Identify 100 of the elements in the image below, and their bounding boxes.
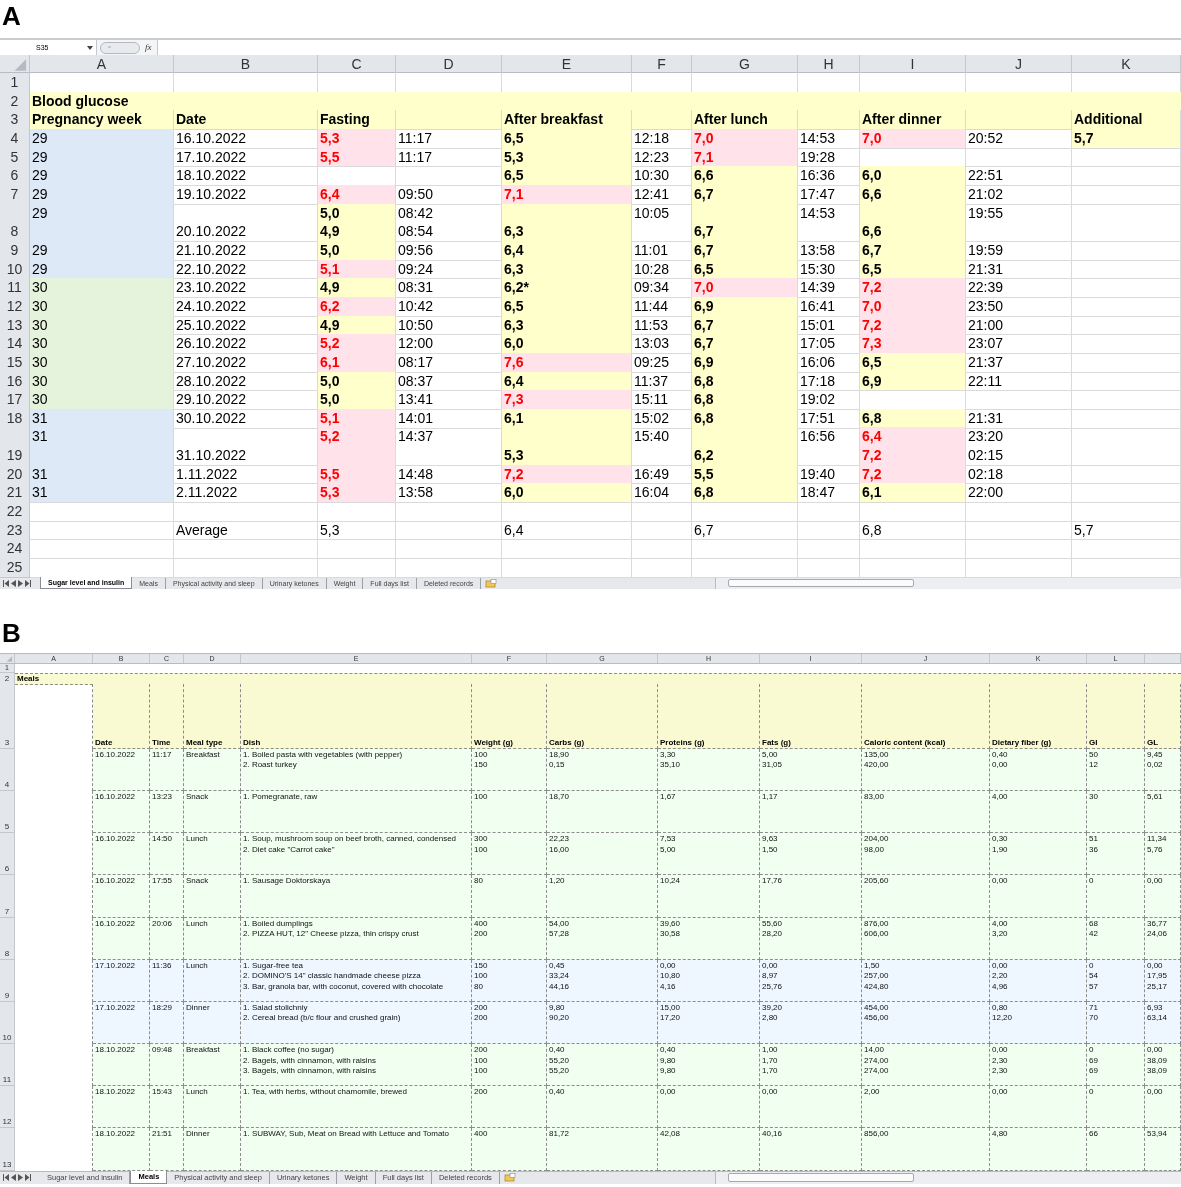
row-number[interactable]: 6 [0, 166, 30, 186]
last-sheet-icon[interactable] [25, 579, 31, 587]
row-number[interactable]: 3 [0, 110, 30, 130]
sheet-title: Meals [15, 672, 1181, 685]
row-number[interactable]: 8 [0, 203, 30, 242]
reading-cell: 6,7 [692, 334, 798, 354]
reading-cell: 5,5 [692, 464, 798, 485]
table-cell: 19:59 [966, 240, 1072, 261]
column-heading: Meal type [184, 683, 241, 749]
first-sheet-icon[interactable] [3, 579, 9, 587]
column-header[interactable]: E [502, 55, 632, 73]
week-cell: 30 [30, 278, 174, 298]
table-cell: 0,45 33,24 44,16 [547, 959, 658, 1002]
row-number[interactable]: 14 [0, 334, 30, 354]
reading-cell: 5,3 [318, 483, 396, 504]
row-number[interactable]: 25 [0, 558, 30, 578]
column-header[interactable]: H [798, 55, 860, 73]
table-cell: 22,23 16,00 [547, 833, 658, 876]
previous-sheet-icon[interactable] [11, 1174, 16, 1182]
week-cell: 31 [30, 483, 174, 504]
column-header[interactable]: F [632, 55, 692, 73]
row-number[interactable]: 17 [0, 390, 30, 410]
last-sheet-icon[interactable] [25, 1174, 31, 1182]
row-number[interactable]: 16 [0, 371, 30, 392]
reading-cell: 6,7 [692, 315, 798, 336]
next-sheet-icon[interactable] [18, 579, 23, 587]
row-number[interactable]: 3 [0, 683, 15, 749]
column-header[interactable]: I [860, 55, 966, 73]
previous-sheet-icon[interactable] [11, 579, 16, 587]
row-number[interactable]: 7 [0, 184, 30, 205]
row-number[interactable]: 5 [0, 147, 30, 168]
row-number[interactable]: 23 [0, 520, 30, 541]
reading-cell: 7,1 [692, 147, 798, 168]
insert-function-button[interactable]: fx [140, 43, 157, 52]
row-number[interactable]: 24 [0, 539, 30, 560]
empty-cell [798, 520, 860, 541]
horizontal-scrollbar[interactable] [715, 577, 1181, 589]
column-header[interactable]: G [692, 55, 798, 73]
row-number[interactable]: 11 [0, 278, 30, 298]
table-cell: 1. Pomegranate, raw [241, 790, 472, 834]
first-sheet-icon[interactable] [3, 1174, 9, 1182]
table-cell: 23:07 [966, 334, 1072, 354]
formula-field[interactable] [156, 40, 1181, 55]
row-number[interactable]: 13 [0, 315, 30, 336]
row-number[interactable]: 7 [0, 875, 15, 918]
row-number[interactable]: 22 [0, 502, 30, 522]
column-heading: Weight (g) [472, 683, 547, 749]
row-number[interactable]: 8 [0, 917, 15, 960]
reading-cell: 6,0 [502, 334, 632, 354]
row-number[interactable]: 12 [0, 1086, 15, 1129]
table-cell: 66 [1087, 1128, 1145, 1171]
row-number[interactable]: 4 [0, 128, 30, 149]
row-number[interactable]: 2 [0, 91, 30, 112]
reading-cell: 7,6 [502, 352, 632, 373]
reading-cell: 6,6 [692, 166, 798, 186]
table-cell: 14:50 [150, 833, 184, 876]
row-number[interactable]: 4 [0, 748, 15, 791]
row-number[interactable]: 11 [0, 1044, 15, 1087]
table-cell: 18,70 [547, 790, 658, 834]
column-heading: After lunch [692, 110, 798, 130]
table-cell: 5,7 [1072, 520, 1181, 541]
column-heading: Fasting [318, 110, 396, 130]
dropdown-caret-icon[interactable] [87, 45, 93, 50]
row-number[interactable]: 5 [0, 790, 15, 834]
column-header[interactable]: B [174, 55, 318, 73]
table-cell: 135,00 420,00 [862, 748, 990, 791]
row-number[interactable]: 18 [0, 408, 30, 429]
column-header[interactable]: J [966, 55, 1072, 73]
column-header[interactable]: D [396, 55, 502, 73]
next-sheet-icon[interactable] [18, 1174, 23, 1182]
column-header[interactable]: K [1072, 55, 1181, 73]
table-cell: 1. Black coffee (no sugar) 2. Bagels, with cinnamon, with raisins 3. Bagels, with cinnamon, with raisins [241, 1044, 472, 1087]
row-number[interactable]: 6 [0, 833, 15, 876]
row-number[interactable]: 1 [0, 73, 30, 93]
row-number[interactable]: 20 [0, 464, 30, 485]
table-cell: Lunch [184, 1086, 241, 1129]
column-header[interactable]: A [30, 55, 174, 73]
row-number[interactable]: 15 [0, 352, 30, 373]
column-header[interactable]: C [318, 55, 396, 73]
reading-cell: 5,7 [1072, 128, 1181, 149]
row-number[interactable]: 19 [0, 427, 30, 466]
reading-cell: 7,2 [860, 315, 966, 336]
horizontal-scrollbar[interactable] [715, 1171, 1181, 1184]
reading-cell: 6,9 [692, 296, 798, 317]
table-cell: 1,50 257,00 424,80 [862, 959, 990, 1002]
table-cell: 09:48 [150, 1044, 184, 1087]
row-number[interactable]: 10 [0, 1001, 15, 1045]
reading-cell: 5,3 [502, 427, 632, 466]
reading-cell: 6,8 [692, 483, 798, 504]
row-number[interactable]: 9 [0, 240, 30, 261]
row-number[interactable]: 10 [0, 259, 30, 280]
row-number[interactable]: 9 [0, 959, 15, 1002]
row-number[interactable]: 21 [0, 483, 30, 504]
table-cell: 100 [472, 790, 547, 834]
panel-label: A [1, 0, 22, 33]
row-number[interactable]: 13 [0, 1128, 15, 1171]
table-cell: 22:00 [966, 483, 1072, 504]
column-heading: Pregnancy week [30, 110, 174, 130]
row-number[interactable]: 12 [0, 296, 30, 317]
reading-cell: 5,0 4,9 [318, 203, 396, 242]
